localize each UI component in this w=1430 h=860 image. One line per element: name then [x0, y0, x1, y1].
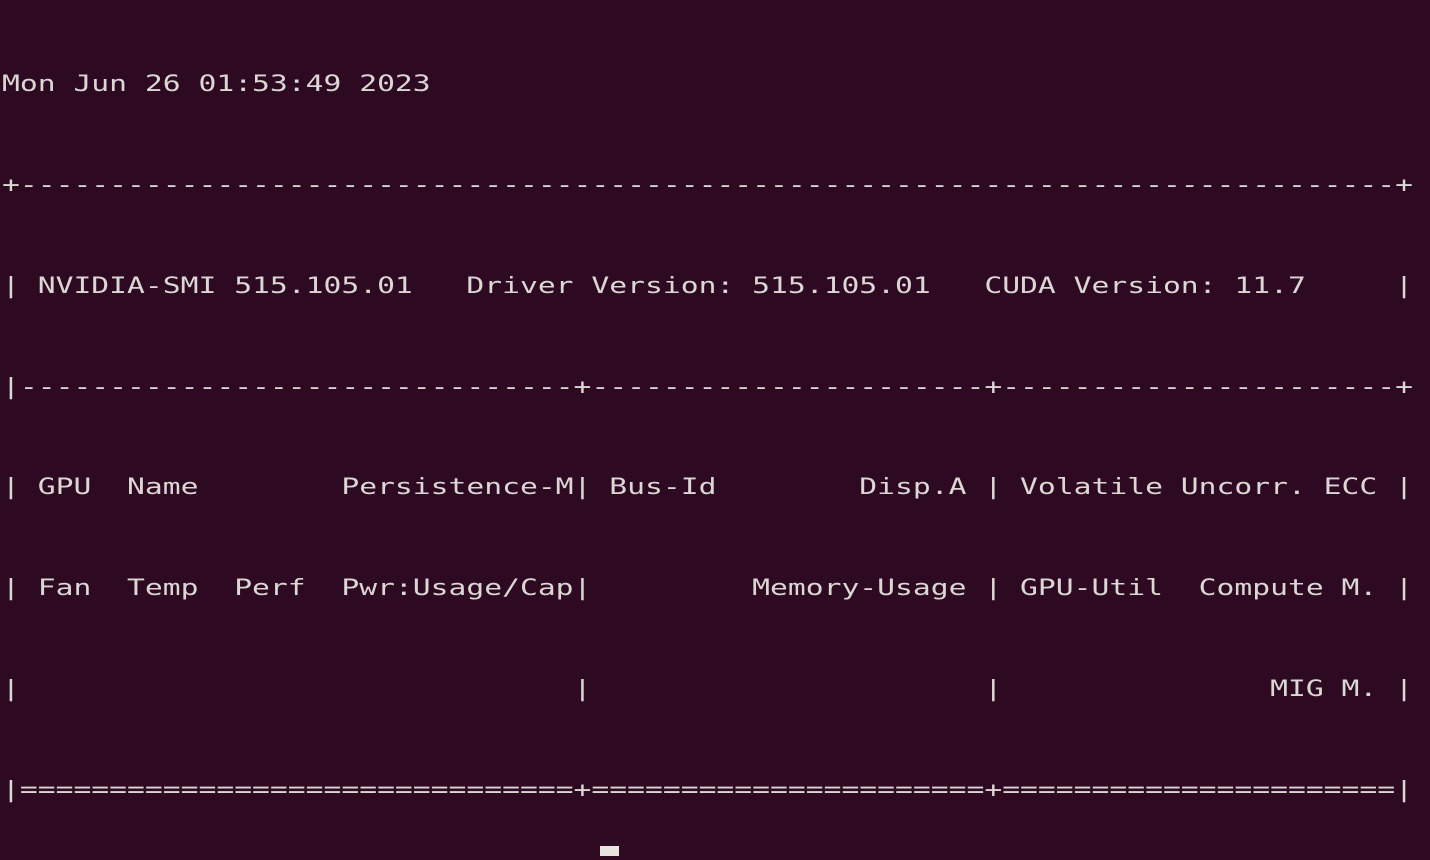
terminal-line-gpu-header-1: | GPU Name Persistence-M| Bus-Id Disp.A … [2, 474, 1413, 501]
terminal-line-divider-1: |-------------------------------+-------… [2, 373, 1413, 400]
terminal-line-smi-version: | NVIDIA-SMI 515.105.01 Driver Version: … [2, 272, 1413, 299]
terminal-screen: Mon Jun 26 01:53:49 2023 +--------------… [2, 1, 1413, 860]
terminal-line-border-top: +---------------------------------------… [2, 171, 1413, 198]
terminal-line-gpu-header-rule: |===============================+=======… [2, 776, 1413, 803]
terminal-cursor [600, 846, 619, 856]
terminal-window[interactable]: Mon Jun 26 01:53:49 2023 +--------------… [0, 0, 1430, 860]
terminal-line-gpu-header-2: | Fan Temp Perf Pwr:Usage/Cap| Memory-Us… [2, 575, 1413, 602]
terminal-line-timestamp: Mon Jun 26 01:53:49 2023 [2, 71, 431, 98]
terminal-line-gpu-header-3: | | | MIG M. | [2, 675, 1413, 702]
